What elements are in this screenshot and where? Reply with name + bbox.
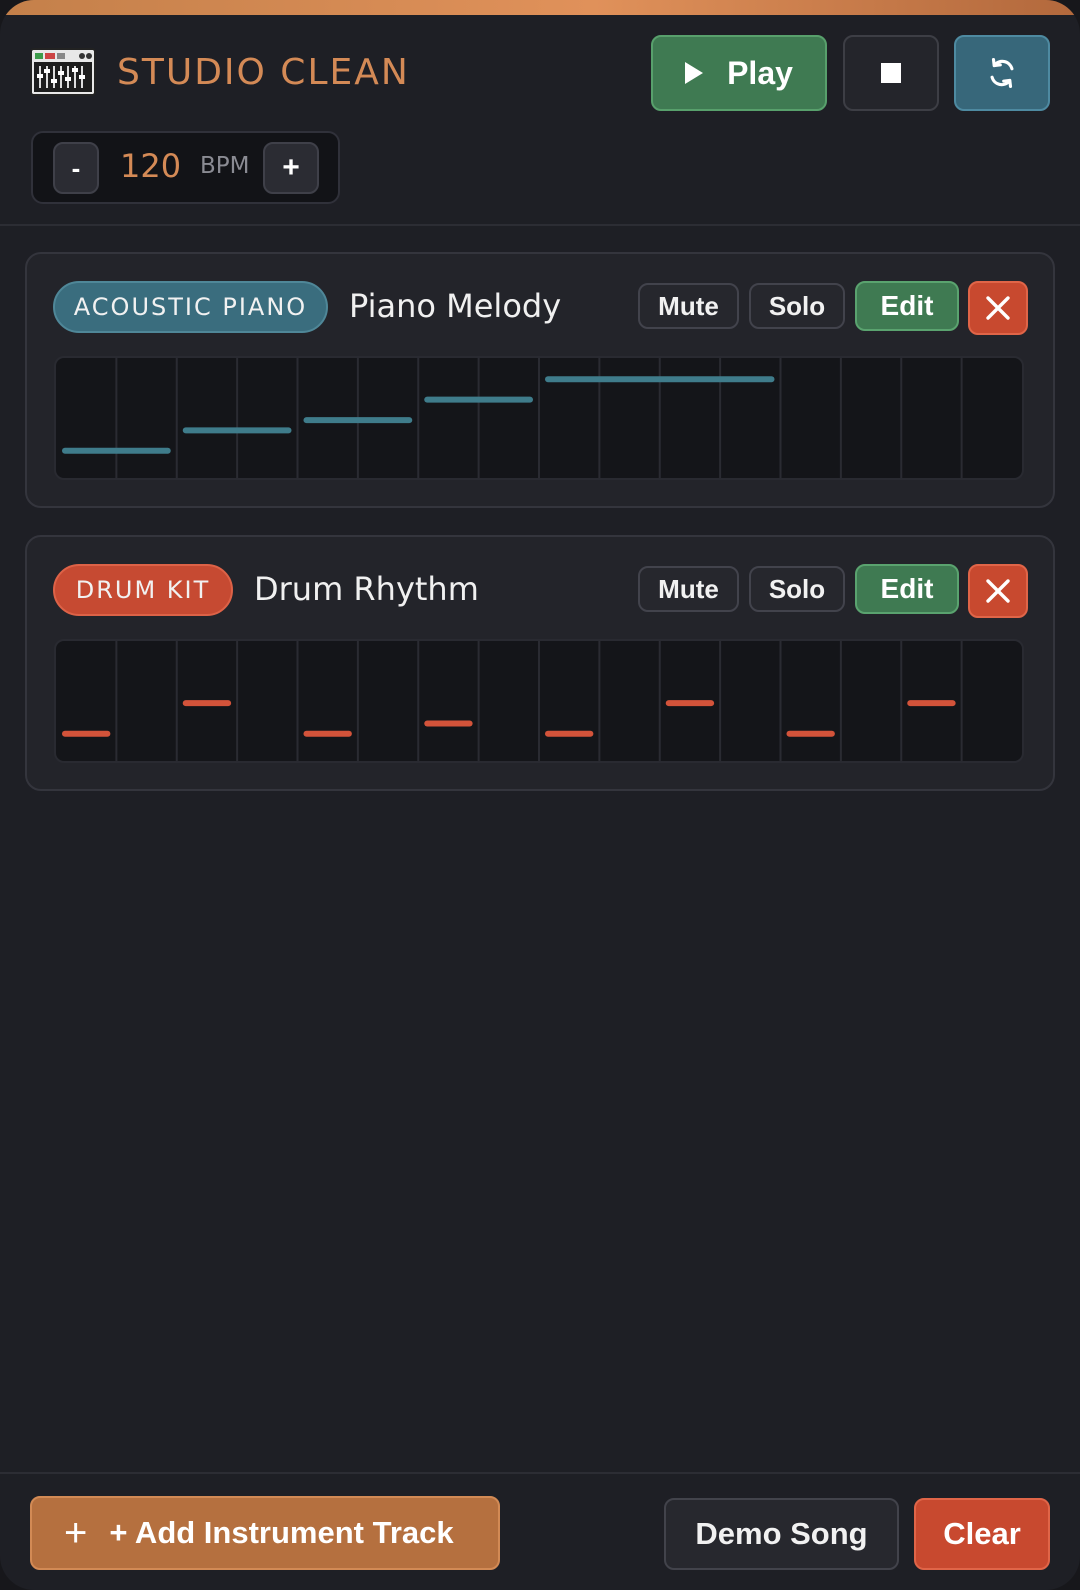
note-block[interactable] (786, 730, 835, 737)
plus-icon: + (64, 1511, 88, 1555)
note-block[interactable] (303, 417, 413, 424)
add-instrument-track-button[interactable]: + + Add Instrument Track (30, 1496, 500, 1570)
play-button[interactable]: Play (651, 35, 827, 111)
delete-track-button[interactable] (968, 281, 1028, 335)
track-name: Drum Rhythm (254, 570, 479, 608)
solo-button[interactable]: Solo (749, 283, 845, 329)
clear-button[interactable]: Clear (914, 1498, 1050, 1570)
track-card: ACOUSTIC PIANO Piano Melody Mute Solo Ed… (25, 252, 1055, 508)
instrument-badge: ACOUSTIC PIANO (53, 281, 328, 333)
solo-button[interactable]: Solo (749, 566, 845, 612)
note-block[interactable] (665, 700, 715, 707)
instrument-badge: DRUM KIT (53, 564, 233, 616)
loop-icon (990, 57, 1014, 89)
note-block[interactable] (62, 730, 111, 737)
play-icon (685, 62, 704, 84)
note-grid-canvas (62, 358, 963, 478)
note-grid[interactable] (54, 639, 1024, 763)
track-name: Piano Melody (349, 287, 562, 325)
loop-button[interactable] (954, 35, 1050, 111)
mute-button[interactable]: Mute (638, 283, 739, 329)
app-title: STUDIO CLEAN (117, 52, 410, 93)
note-block[interactable] (182, 427, 292, 434)
note-block[interactable] (424, 720, 473, 727)
note-block[interactable] (62, 447, 171, 454)
edit-button[interactable]: Edit (855, 281, 959, 331)
note-grid-canvas (62, 641, 963, 761)
note-block[interactable] (182, 700, 232, 707)
add-track-label: + Add Instrument Track (109, 1515, 454, 1550)
delete-track-button[interactable] (968, 564, 1028, 618)
header-divider (0, 224, 1080, 226)
note-grid[interactable] (54, 356, 1024, 480)
note-block[interactable] (424, 396, 533, 403)
note-block[interactable] (545, 730, 594, 737)
close-icon (986, 296, 1010, 320)
play-label: Play (727, 54, 793, 91)
top-accent-bar (0, 0, 1080, 15)
sequencer-app: STUDIO CLEAN Play - 120 BPM + ACOUSTIC P… (0, 0, 1080, 1590)
mute-button[interactable]: Mute (638, 566, 739, 612)
note-block[interactable] (545, 376, 775, 383)
edit-button[interactable]: Edit (855, 564, 959, 614)
note-block[interactable] (303, 730, 352, 737)
stop-icon (881, 63, 901, 83)
tempo-decrease-button[interactable]: - (53, 142, 99, 194)
mixing-console-icon (30, 48, 96, 96)
note-block[interactable] (907, 700, 956, 707)
footer-divider (0, 1472, 1080, 1474)
tempo-value: 120 (120, 147, 182, 185)
tempo-unit: BPM (200, 153, 250, 179)
stop-button[interactable] (843, 35, 939, 111)
track-card: DRUM KIT Drum Rhythm Mute Solo Edit (25, 535, 1055, 791)
close-icon (986, 579, 1010, 603)
tempo-increase-button[interactable]: + (263, 142, 319, 194)
demo-song-button[interactable]: Demo Song (664, 1498, 899, 1570)
